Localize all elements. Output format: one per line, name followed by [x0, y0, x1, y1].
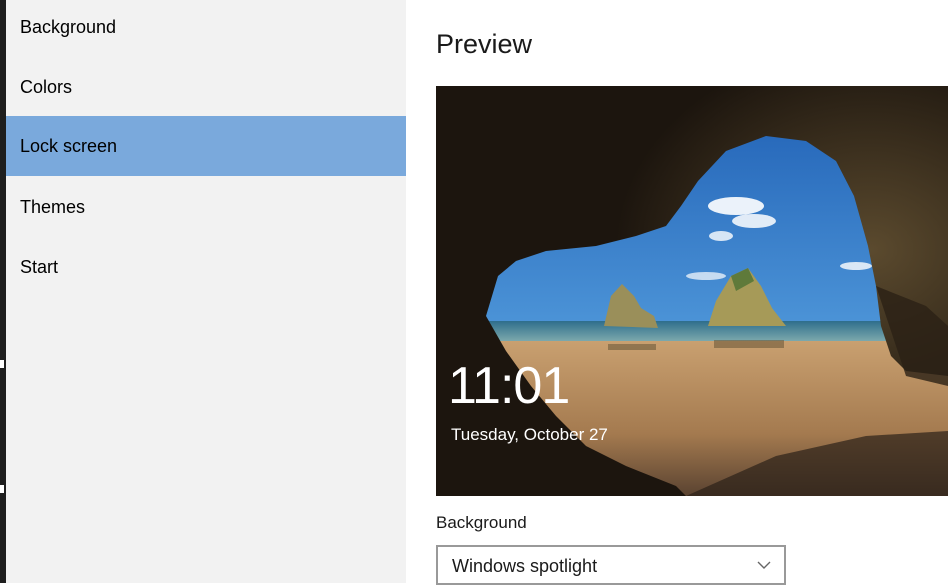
sidebar-item-label: Start: [20, 257, 59, 277]
sidebar-item-lock-screen[interactable]: Lock screen: [6, 116, 406, 176]
edge-marker: [0, 485, 4, 493]
sidebar-item-themes[interactable]: Themes: [6, 177, 406, 237]
lock-screen-time: 11:01: [448, 357, 570, 415]
edge-marker: [0, 360, 4, 368]
background-dropdown[interactable]: Windows spotlight: [436, 545, 786, 585]
sidebar-item-label: Colors: [20, 77, 73, 97]
background-label: Background: [436, 513, 527, 532]
sidebar-item-label: Themes: [20, 197, 86, 217]
background-dropdown-value: Windows spotlight: [452, 556, 598, 576]
page-title: Preview: [436, 29, 533, 59]
sidebar-item-start[interactable]: Start: [6, 237, 406, 297]
sidebar-item-label: Background: [20, 17, 117, 37]
lock-screen-preview: 11:01 Tuesday, October 27: [436, 86, 948, 496]
sidebar-item-colors[interactable]: Colors: [6, 57, 406, 117]
sidebar: Background Colors Lock screen Themes Sta…: [6, 0, 406, 583]
sidebar-item-label: Lock screen: [20, 136, 118, 156]
chevron-down-icon: [757, 561, 771, 569]
main-content: Preview 11:01 Tuesday, October 27 Backgr…: [406, 0, 948, 585]
sidebar-item-background[interactable]: Background: [6, 0, 406, 57]
lock-screen-date: Tuesday, October 27: [451, 425, 608, 444]
